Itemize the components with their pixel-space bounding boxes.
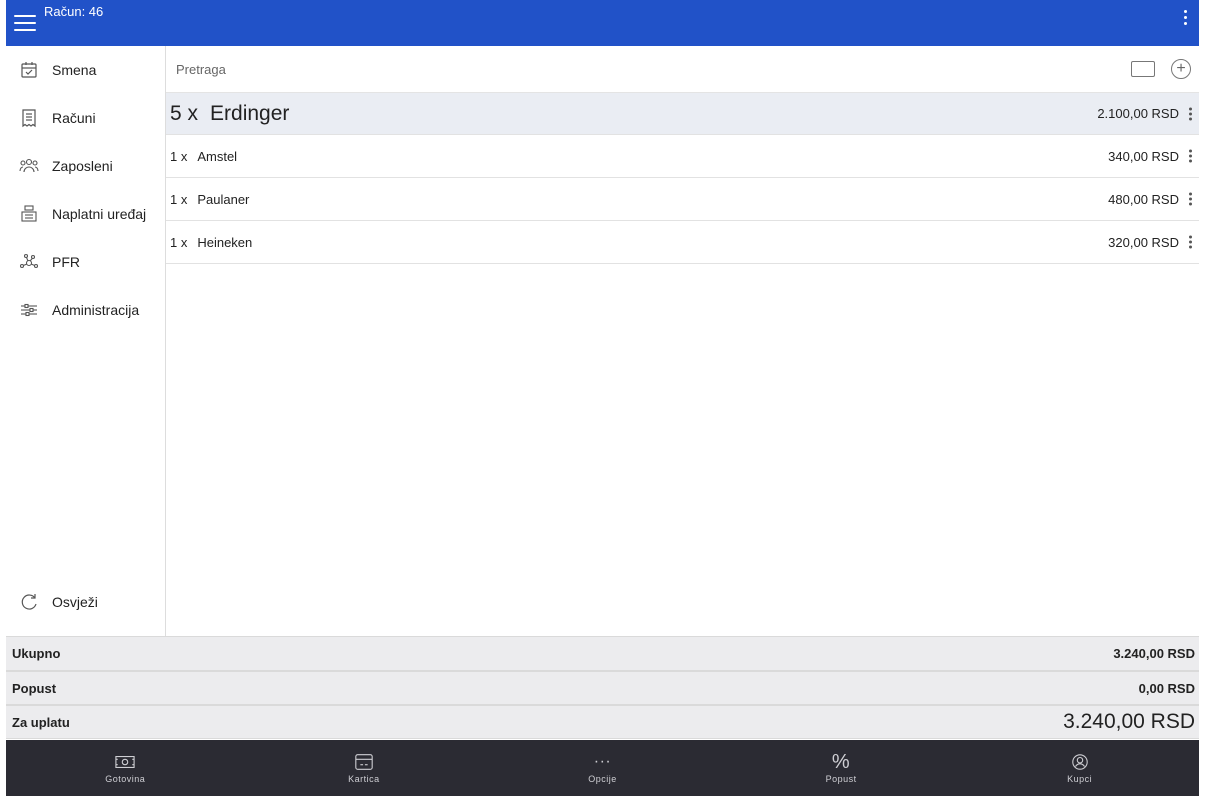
people-icon xyxy=(18,155,40,177)
customers-label: Kupci xyxy=(1067,774,1093,784)
list-item[interactable]: 1 x Heineken 320,00 RSD xyxy=(166,221,1199,264)
discount-button[interactable]: % Popust xyxy=(722,740,961,796)
refresh-label: Osvježi xyxy=(52,594,98,610)
list-item[interactable]: 1 x Paulaner 480,00 RSD xyxy=(166,178,1199,221)
cash-button[interactable]: Gotovina xyxy=(6,740,245,796)
cash-icon xyxy=(115,752,135,772)
sidebar-item-pfr[interactable]: PFR xyxy=(6,238,165,286)
more-options-icon[interactable] xyxy=(1184,10,1187,25)
options-button[interactable]: ··· Opcije xyxy=(483,740,722,796)
main-content: + 5 x Erdinger 2.100,00 RSD 1 x Amstel 3… xyxy=(166,46,1199,636)
card-button[interactable]: Kartica xyxy=(245,740,484,796)
sidebar-item-smena[interactable]: Smena xyxy=(6,46,165,94)
sidebar-item-label: Smena xyxy=(52,62,97,78)
total-row: Ukupno 3.240,00 RSD xyxy=(6,636,1199,671)
sidebar-item-label: Računi xyxy=(52,110,96,126)
sidebar-item-label: Administracija xyxy=(52,302,140,318)
discount-value: 0,00 RSD xyxy=(1138,680,1195,696)
cash-label: Gotovina xyxy=(105,774,146,784)
page-title: Račun: 46 xyxy=(44,3,104,19)
sidebar-item-racuni[interactable]: Računi xyxy=(6,94,165,142)
sidebar-item-naplatni-uredjaj[interactable]: Naplatni uređaj xyxy=(6,190,165,238)
discount-label: Popust xyxy=(825,774,857,784)
sidebar-item-label: Naplatni uređaj xyxy=(52,206,147,222)
item-more-icon[interactable] xyxy=(1189,107,1192,120)
add-icon[interactable]: + xyxy=(1171,59,1191,79)
sidebar: Smena Računi Zaposleni Naplatni uređaj P… xyxy=(6,46,166,636)
refresh-button[interactable]: Osvježi xyxy=(6,578,165,626)
item-name: Erdinger xyxy=(210,101,290,125)
search-bar: + xyxy=(166,46,1199,93)
top-app-bar: Račun: 46 xyxy=(6,0,1199,46)
refresh-icon xyxy=(18,591,40,613)
item-price: 2.100,00 RSD xyxy=(1097,106,1179,121)
receipt-icon xyxy=(18,107,40,129)
bottom-action-bar: Gotovina Kartica ··· Opcije % Popust Kup… xyxy=(6,740,1199,796)
item-qty: 1 x xyxy=(170,191,188,207)
payable-label: Za uplatu xyxy=(12,714,70,730)
user-circle-icon xyxy=(1070,752,1090,772)
item-price: 340,00 RSD xyxy=(1108,148,1179,164)
item-name: Heineken xyxy=(197,234,253,250)
keyboard-icon[interactable] xyxy=(1131,61,1155,77)
customers-button[interactable]: Kupci xyxy=(960,740,1199,796)
menu-icon[interactable] xyxy=(14,15,36,31)
item-more-icon[interactable] xyxy=(1189,235,1192,249)
payable-value: 3.240,00 RSD xyxy=(1063,710,1195,733)
sidebar-item-administracija[interactable]: Administracija xyxy=(6,286,165,334)
item-name: Amstel xyxy=(197,148,238,164)
search-input[interactable] xyxy=(176,61,976,77)
card-label: Kartica xyxy=(348,774,380,784)
sliders-icon xyxy=(18,299,40,321)
credit-card-icon xyxy=(354,752,374,772)
item-qty: 1 x xyxy=(170,148,188,164)
sidebar-item-label: Zaposleni xyxy=(52,158,113,174)
dots-icon: ··· xyxy=(593,753,612,770)
item-price: 480,00 RSD xyxy=(1108,191,1179,207)
list-item[interactable]: 1 x Amstel 340,00 RSD xyxy=(166,135,1199,178)
cash-register-icon xyxy=(18,203,40,225)
network-icon xyxy=(18,251,40,273)
item-name: Paulaner xyxy=(197,191,250,207)
payable-row: Za uplatu 3.240,00 RSD xyxy=(6,705,1199,739)
percent-icon: % xyxy=(831,750,851,773)
totals-panel: Ukupno 3.240,00 RSD Popust 0,00 RSD Za u… xyxy=(6,636,1199,739)
options-label: Opcije xyxy=(588,774,617,784)
item-qty: 1 x xyxy=(170,234,188,250)
list-item[interactable]: 5 x Erdinger 2.100,00 RSD xyxy=(166,93,1199,135)
discount-row: Popust 0,00 RSD xyxy=(6,671,1199,705)
item-qty: 5 x xyxy=(170,101,199,125)
item-more-icon[interactable] xyxy=(1189,192,1192,206)
calendar-check-icon xyxy=(18,59,40,81)
sidebar-item-zaposleni[interactable]: Zaposleni xyxy=(6,142,165,190)
discount-label: Popust xyxy=(12,680,57,696)
item-price: 320,00 RSD xyxy=(1108,234,1179,250)
total-label: Ukupno xyxy=(12,646,61,661)
total-value: 3.240,00 RSD xyxy=(1113,646,1195,661)
sidebar-item-label: PFR xyxy=(52,254,80,270)
item-more-icon[interactable] xyxy=(1189,149,1192,163)
